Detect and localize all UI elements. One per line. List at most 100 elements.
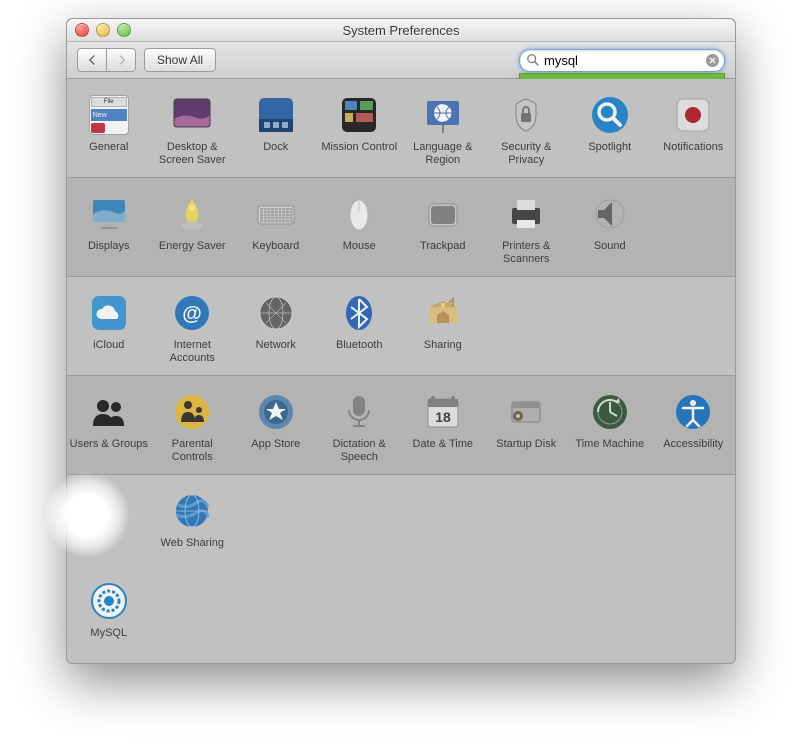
- pref-label: Mission Control: [319, 141, 399, 167]
- general-icon: FileNew: [89, 95, 129, 135]
- pref-label: Keyboard: [250, 240, 301, 266]
- pref-mouse[interactable]: Mouse: [318, 194, 402, 266]
- security-icon: [506, 95, 546, 135]
- pref-label: Accessibility: [661, 438, 725, 464]
- svg-text:18: 18: [435, 409, 451, 425]
- spotlight-icon: [590, 95, 630, 135]
- pref-accessibility[interactable]: Accessibility: [652, 392, 736, 464]
- pref-row: Displays Energy Saver Keyboard Mouse Trackpa…: [67, 178, 735, 277]
- pref-startup[interactable]: Startup Disk: [485, 392, 569, 464]
- pref-printers[interactable]: Printers & Scanners: [485, 194, 569, 266]
- window-title: System Preferences: [342, 23, 459, 38]
- icloud-icon: [89, 293, 129, 333]
- pref-dock[interactable]: Dock: [234, 95, 318, 167]
- pref-keyboard[interactable]: Keyboard: [234, 194, 318, 266]
- pref-websharing[interactable]: Web Sharing: [151, 491, 235, 653]
- mission-icon: [339, 95, 379, 135]
- svg-text:@: @: [182, 303, 202, 325]
- pref-label: Sharing: [422, 339, 464, 365]
- pref-mysql[interactable]: MySQL: [67, 491, 151, 653]
- pref-label: Internet Accounts: [151, 339, 235, 365]
- pref-label: MySQL: [88, 627, 129, 653]
- pref-label: Language & Region: [401, 141, 485, 167]
- pref-row: iCloud @ Internet Accounts Network Bluetooth…: [67, 277, 735, 376]
- show-all-button[interactable]: Show All: [144, 48, 216, 72]
- printers-icon: [506, 194, 546, 234]
- pref-label: Dictation & Speech: [318, 438, 402, 464]
- internet-icon: @: [172, 293, 212, 333]
- search-wrap: MySQL: [519, 49, 725, 72]
- pref-spotlight[interactable]: Spotlight: [568, 95, 652, 167]
- pref-trackpad[interactable]: Trackpad: [401, 194, 485, 266]
- nav-segment: [77, 48, 136, 72]
- titlebar[interactable]: System Preferences: [67, 19, 735, 42]
- keyboard-icon: [256, 194, 296, 234]
- pref-bluetooth[interactable]: Bluetooth: [318, 293, 402, 365]
- pref-language[interactable]: Language & Region: [401, 95, 485, 167]
- pref-label: Parental Controls: [151, 438, 235, 464]
- pref-label: Desktop & Screen Saver: [151, 141, 235, 167]
- pref-label: Security & Privacy: [485, 141, 569, 167]
- startup-icon: [506, 392, 546, 432]
- appstore-icon: [256, 392, 296, 432]
- search-field[interactable]: [519, 49, 725, 72]
- sharing-icon: [423, 293, 463, 333]
- pref-sound[interactable]: Sound: [568, 194, 652, 266]
- bluetooth-icon: [339, 293, 379, 333]
- pref-label: Network: [254, 339, 298, 365]
- chevron-left-icon: [88, 55, 97, 65]
- sound-icon: [590, 194, 630, 234]
- toolbar: Show All MySQL: [67, 42, 735, 79]
- back-button[interactable]: [77, 48, 107, 72]
- language-icon: [423, 95, 463, 135]
- pref-label: Web Sharing: [159, 537, 226, 563]
- preferences-grid: FileNew General Desktop & Screen SaverDock…: [67, 79, 735, 663]
- pref-energy[interactable]: Energy Saver: [151, 194, 235, 266]
- pref-notifications[interactable]: <Notifications: [652, 95, 736, 167]
- pref-parental[interactable]: Parental Controls: [151, 392, 235, 464]
- pref-network[interactable]: Network: [234, 293, 318, 365]
- pref-desktop[interactable]: Desktop & Screen Saver: [151, 95, 235, 167]
- pref-security[interactable]: Security & Privacy: [485, 95, 569, 167]
- pref-label: Sound: [592, 240, 628, 266]
- close-icon[interactable]: [75, 23, 89, 37]
- pref-timemachine[interactable]: Time Machine: [568, 392, 652, 464]
- spotlight-highlight: [45, 473, 129, 557]
- show-all-label: Show All: [157, 53, 203, 67]
- network-icon: [256, 293, 296, 333]
- clear-search-button[interactable]: [706, 54, 719, 67]
- pref-label: iCloud: [91, 339, 126, 365]
- system-preferences-window: System Preferences Show All MySQL: [66, 18, 736, 664]
- pref-label: Printers & Scanners: [485, 240, 569, 266]
- pref-dictation[interactable]: Dictation & Speech: [318, 392, 402, 464]
- pref-internet[interactable]: @ Internet Accounts: [151, 293, 235, 365]
- accessibility-icon: [673, 392, 713, 432]
- dictation-icon: [339, 392, 379, 432]
- zoom-icon[interactable]: [117, 23, 131, 37]
- pref-users[interactable]: Users & Groups: [67, 392, 151, 464]
- search-input[interactable]: [542, 52, 702, 69]
- pref-row: MySQL Web Sharing: [67, 475, 735, 663]
- pref-label: Trackpad: [418, 240, 467, 266]
- pref-label: Displays: [86, 240, 132, 266]
- displays-icon: [89, 194, 129, 234]
- forward-button[interactable]: [107, 48, 136, 72]
- pref-label: Notifications: [661, 141, 725, 167]
- pref-label: Mouse: [341, 240, 378, 266]
- pref-general[interactable]: FileNew General: [67, 95, 151, 167]
- x-icon: [709, 57, 716, 64]
- pref-label: General: [87, 141, 130, 167]
- pref-appstore[interactable]: App Store: [234, 392, 318, 464]
- minimize-icon[interactable]: [96, 23, 110, 37]
- pref-label: Users & Groups: [68, 438, 150, 464]
- pref-mission[interactable]: Mission Control: [318, 95, 402, 167]
- pref-datetime[interactable]: 18 Date & Time: [401, 392, 485, 464]
- pref-label: Date & Time: [410, 438, 475, 464]
- energy-icon: [172, 194, 212, 234]
- websharing-icon: [172, 491, 212, 531]
- pref-displays[interactable]: Displays: [67, 194, 151, 266]
- pref-label: Startup Disk: [494, 438, 558, 464]
- pref-row: FileNew General Desktop & Screen SaverDock…: [67, 79, 735, 178]
- pref-icloud[interactable]: iCloud: [67, 293, 151, 365]
- pref-sharing[interactable]: Sharing: [401, 293, 485, 365]
